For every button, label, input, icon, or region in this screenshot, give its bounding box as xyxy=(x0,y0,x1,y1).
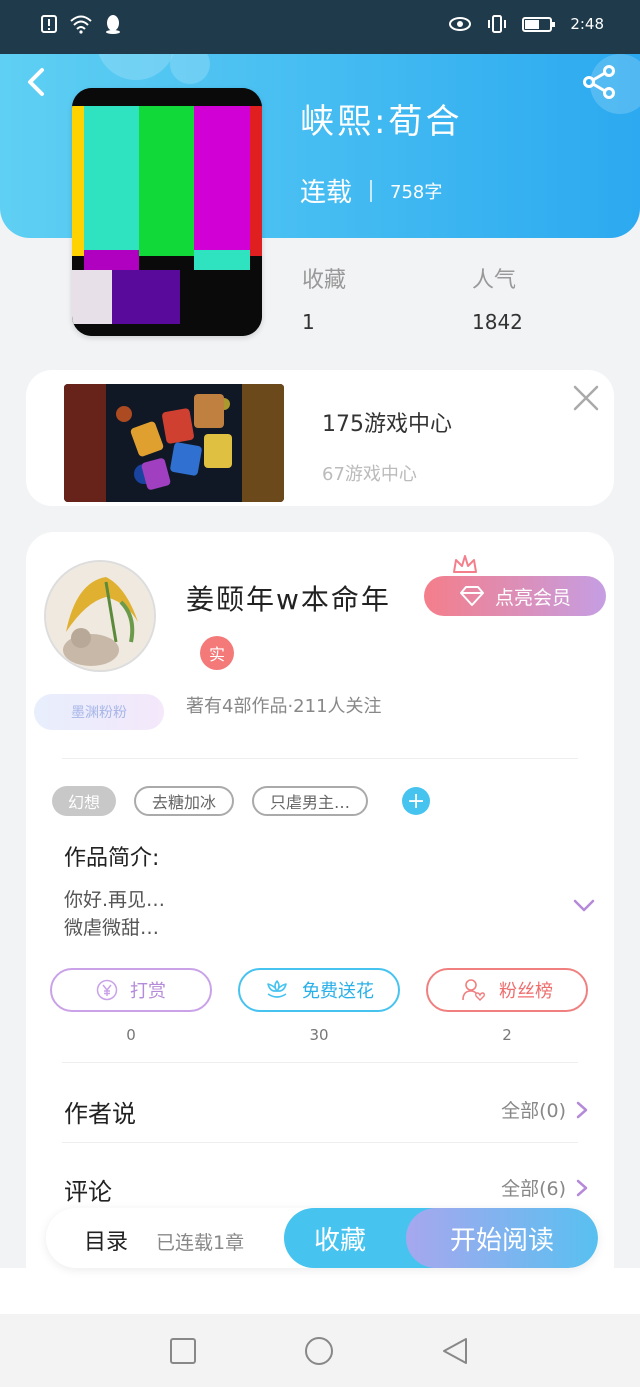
avatar[interactable] xyxy=(44,560,156,672)
alert-icon xyxy=(41,15,57,33)
ad-subtitle: 67游戏中心 xyxy=(322,464,417,485)
intro-text: 你好.再见… 微虐微甜… xyxy=(64,886,165,942)
vibrate-icon xyxy=(488,15,507,33)
fans-ranking-button[interactable]: 粉丝榜 xyxy=(426,968,588,1012)
tag-item[interactable]: 幻想 xyxy=(52,786,117,816)
vip-button-label: 点亮会员 xyxy=(494,586,571,609)
tag-item[interactable]: 去糖加冰 xyxy=(134,786,235,816)
fan-badge-label: 墨渊粉粉 xyxy=(71,705,127,721)
system-nav-bar xyxy=(0,1314,640,1387)
book-title: 峡熙:荀合 xyxy=(300,102,463,142)
intro-label: 作品简介: xyxy=(64,846,160,871)
author-says-title: 作者说 xyxy=(64,1100,136,1128)
tag-item[interactable]: 只虐男主… xyxy=(252,786,369,816)
tag-label: 去糖加冰 xyxy=(152,793,217,812)
verified-badge-label: 实 xyxy=(208,645,225,664)
wifi-icon xyxy=(70,15,92,34)
comments-link[interactable]: 全部(6) xyxy=(501,1174,588,1201)
author-meta: 著有4部作品·211人关注 xyxy=(186,696,382,717)
flower-count: 30 xyxy=(309,1026,329,1044)
popularity-value: 1842 xyxy=(472,310,523,334)
send-flower-button[interactable]: 免费送花 xyxy=(238,968,400,1012)
bottom-panel xyxy=(0,1268,640,1314)
serial-status: 连载 xyxy=(300,178,353,208)
chapter-progress: 已连载1章 xyxy=(156,1232,245,1254)
eye-icon xyxy=(449,17,472,31)
close-icon[interactable] xyxy=(572,384,600,412)
intro-line: 你好.再见… xyxy=(64,889,166,911)
flower-icon xyxy=(267,980,287,998)
favorites-value: 1 xyxy=(302,310,315,334)
author-name[interactable]: 姜颐年w本命年 xyxy=(186,578,391,618)
intro-line: 微虐微甜… xyxy=(64,917,160,939)
reward-button[interactable]: 打赏 xyxy=(50,968,212,1012)
fans-ranking-label: 粉丝榜 xyxy=(499,981,553,1002)
reward-count: 0 xyxy=(126,1026,136,1044)
chevron-right-icon xyxy=(576,1101,588,1118)
user-heart-icon xyxy=(462,979,485,1001)
tag-label: 只虐男主… xyxy=(270,793,351,812)
book-status-row: 连载 758字 xyxy=(300,172,442,209)
word-count: 758字 xyxy=(390,181,443,203)
cover-image xyxy=(72,88,262,336)
tag-list: 幻想 去糖加冰 只虐男主… + xyxy=(52,786,431,816)
author-says-link[interactable]: 全部(0) xyxy=(501,1096,588,1123)
chevron-right-icon xyxy=(576,1179,588,1196)
send-flower-label: 免费送花 xyxy=(302,981,374,1002)
start-reading-label: 开始阅读 xyxy=(449,1225,554,1256)
crown-icon xyxy=(453,555,477,573)
tag-label: 幻想 xyxy=(68,793,101,812)
yen-icon xyxy=(96,979,118,1001)
start-reading-button[interactable]: 开始阅读 xyxy=(406,1208,598,1268)
clock: 2:48 xyxy=(570,15,604,33)
status-divider xyxy=(370,179,373,202)
divider xyxy=(62,758,578,759)
add-tag-button[interactable]: + xyxy=(402,787,431,815)
divider xyxy=(62,1142,578,1143)
ad-image xyxy=(64,384,284,502)
back-button[interactable] xyxy=(22,64,52,100)
divider xyxy=(62,1062,578,1063)
share-button[interactable] xyxy=(582,64,616,100)
author-says-link-label: 全部(0) xyxy=(501,1100,566,1122)
verified-badge: 实 xyxy=(200,636,234,670)
vip-button[interactable]: 点亮会员 xyxy=(424,576,606,616)
favorites-label: 收藏 xyxy=(302,268,347,293)
diamond-icon xyxy=(459,586,484,606)
reward-label: 打赏 xyxy=(130,981,166,1002)
fans-count: 2 xyxy=(502,1026,512,1044)
recent-apps-button[interactable] xyxy=(168,1336,198,1366)
chevron-down-icon[interactable] xyxy=(572,898,596,914)
popularity-label: 人气 xyxy=(472,268,517,293)
back-nav-button[interactable] xyxy=(440,1336,470,1366)
home-button[interactable] xyxy=(304,1336,334,1366)
ad-banner[interactable]: 175游戏中心 67游戏中心 xyxy=(26,370,614,506)
author-info-card: 墨渊粉粉 姜颐年w本命年 实 点亮会员 著有4部作品·211人关注 幻想 去糖加… xyxy=(26,532,614,1292)
status-bar: 2:48 xyxy=(0,0,640,54)
comments-link-label: 全部(6) xyxy=(501,1178,566,1200)
comments-title: 评论 xyxy=(64,1178,112,1206)
book-cover[interactable] xyxy=(72,88,262,336)
favorite-button-label: 收藏 xyxy=(314,1225,367,1256)
bottom-action-bar: 目录 已连载1章 收藏 开始阅读 xyxy=(46,1208,598,1268)
battery-icon xyxy=(522,17,556,32)
toc-button[interactable]: 目录 xyxy=(84,1224,128,1256)
qq-icon xyxy=(106,15,120,34)
ad-title: 175游戏中心 xyxy=(322,412,452,437)
fan-badge: 墨渊粉粉 xyxy=(34,694,164,730)
